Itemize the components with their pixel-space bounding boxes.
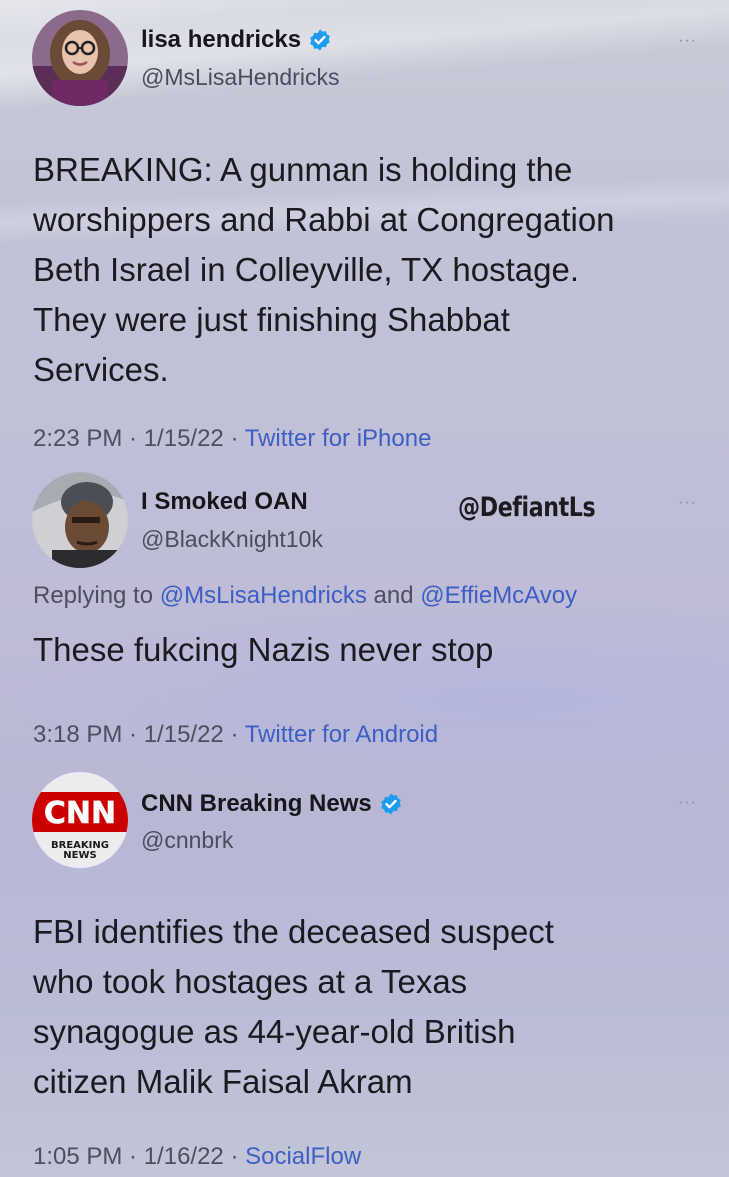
display-name[interactable]: CNN Breaking News xyxy=(141,790,372,818)
more-options-icon[interactable]: ··· xyxy=(678,494,697,512)
tweet-timestamp[interactable]: 2:23 PM · 1/15/22 · xyxy=(33,425,245,452)
mention-link[interactable]: @MsLisaHendricks xyxy=(160,582,367,609)
tweet-text: BREAKING: A gunman is holding the worshi… xyxy=(33,145,703,395)
more-options-icon[interactable]: ··· xyxy=(678,794,697,812)
replying-prefix: Replying to xyxy=(33,582,160,609)
display-name[interactable]: lisa hendricks xyxy=(141,26,301,54)
tweet-text-line: FBI identifies the deceased suspect xyxy=(33,913,554,950)
tweet-timestamp[interactable]: 3:18 PM · 1/15/22 · xyxy=(33,721,245,748)
tweet-text-line: citizen Malik Faisal Akram xyxy=(33,1063,413,1100)
tweet-text-line: They were just finishing Shabbat xyxy=(33,301,510,338)
mention-link[interactable]: @EffieMcAvoy xyxy=(420,582,577,609)
verified-badge-icon xyxy=(380,793,401,815)
display-name-row: CNN Breaking News xyxy=(141,790,403,818)
tweet-source[interactable]: SocialFlow xyxy=(245,1143,361,1170)
display-name-row: lisa hendricks xyxy=(141,26,332,54)
cnn-logo-text: CNN xyxy=(44,796,116,831)
tweet-text-line: These fukcing Nazis never stop xyxy=(33,631,494,668)
cnn-logo-sub: NEWS xyxy=(63,850,96,861)
display-name[interactable]: I Smoked OAN xyxy=(141,488,308,516)
avatar-cnn-breaking-news[interactable]: CNN BREAKING NEWS xyxy=(32,772,128,868)
verified-badge-icon xyxy=(310,29,330,51)
watermark: @DefiantLs xyxy=(458,492,596,523)
tweet-source[interactable]: Twitter for iPhone xyxy=(245,425,432,452)
tweet-text-line: worshippers and Rabbi at Congregation xyxy=(33,201,615,238)
more-options-icon[interactable]: ··· xyxy=(678,32,697,50)
display-name-row: I Smoked OAN xyxy=(141,488,308,516)
tweet-meta: 1:05 PM · 1/16/22 · SocialFlow xyxy=(33,1143,361,1171)
handle[interactable]: @cnnbrk xyxy=(141,827,233,854)
tweet-meta: 3:18 PM · 1/15/22 · Twitter for Android xyxy=(33,721,438,749)
tweet-text-line: who took hostages at a Texas xyxy=(33,963,468,1000)
cnn-logo-icon: CNN BREAKING NEWS xyxy=(32,772,128,868)
tweet-text-line: Beth Israel in Colleyville, TX hostage. xyxy=(33,251,579,288)
handle[interactable]: @BlackKnight10k xyxy=(141,526,323,553)
tweet-meta: 2:23 PM · 1/15/22 · Twitter for iPhone xyxy=(33,425,431,453)
avatar-i-smoked-oan[interactable] xyxy=(32,472,128,568)
tweet-source[interactable]: Twitter for Android xyxy=(245,721,438,748)
tweet-timestamp[interactable]: 1:05 PM · 1/16/22 · xyxy=(33,1143,245,1170)
replying-and: and xyxy=(366,582,421,609)
tweet-text-line: Services. xyxy=(33,351,169,388)
replying-to: Replying to @MsLisaHendricks and @EffieM… xyxy=(33,582,577,610)
tweet-text: These fukcing Nazis never stop xyxy=(33,625,703,675)
tweet-text-line: BREAKING: A gunman is holding the xyxy=(33,151,573,188)
tweet-text: FBI identifies the deceased suspect who … xyxy=(33,907,703,1107)
handle[interactable]: @MsLisaHendricks xyxy=(141,64,339,91)
tweet-text-line: synagogue as 44-year-old British xyxy=(33,1013,516,1050)
avatar-lisa-hendricks[interactable] xyxy=(32,10,128,106)
